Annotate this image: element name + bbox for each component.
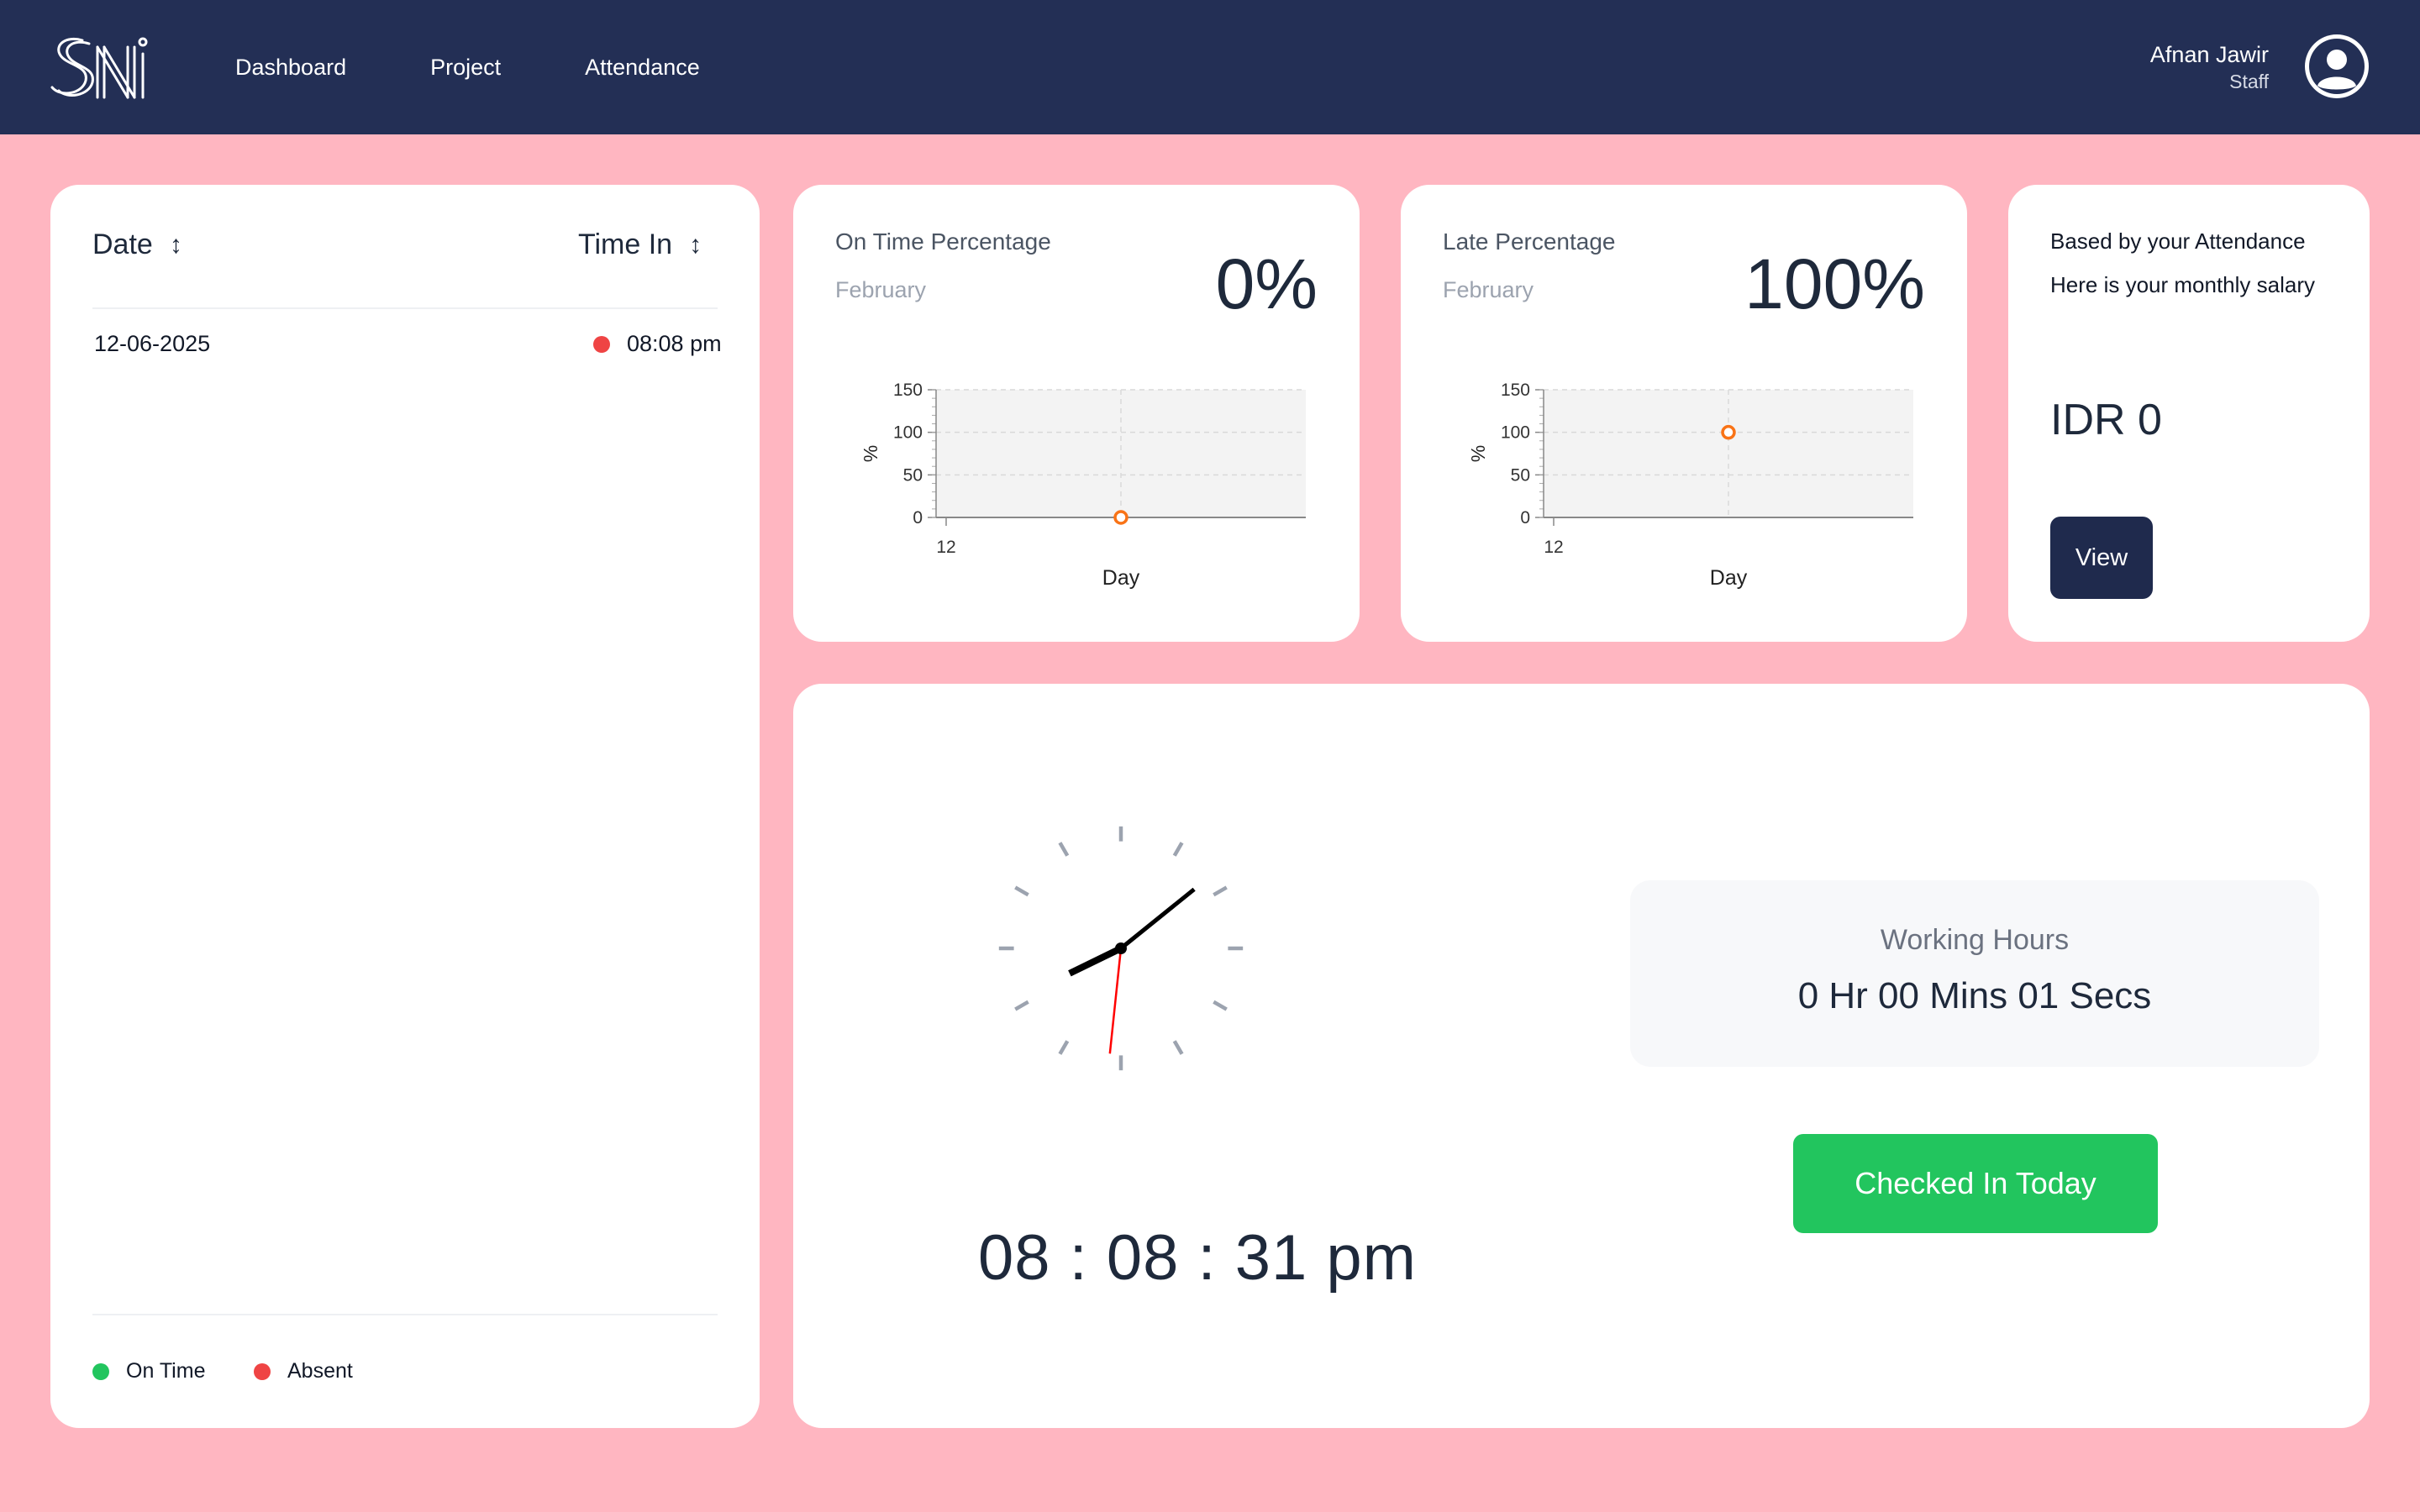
company-logo[interactable] [49,32,155,102]
divider [92,307,718,309]
clock-tick [1014,885,1029,897]
checked-in-today-button[interactable]: Checked In Today [1793,1134,2158,1233]
clock-tick [1213,885,1228,897]
y-axis-label: % [1468,445,1489,462]
sort-icon[interactable]: ↕ [689,231,702,260]
y-tick-label: 100 [1501,423,1530,443]
column-header-date[interactable]: Date ↕ [92,228,182,261]
top-navbar: Dashboard Project Attendance Afnan Jawir… [0,0,2420,134]
working-hours-box: Working Hours 0 Hr 00 Mins 01 Secs [1630,880,2319,1067]
clock-card: 08 : 08 : 31 pm Working Hours 0 Hr 00 Mi… [793,684,2370,1428]
y-tick-label: 0 [1520,508,1530,528]
salary-card: Based by your Attendance Here is your mo… [2008,185,2370,642]
view-salary-button[interactable]: View [2050,517,2153,599]
table-row-date: 12-06-2025 [94,331,211,356]
y-tick-label: 100 [893,423,923,443]
data-point [1113,510,1128,525]
salary-value: IDR 0 [2050,396,2162,444]
legend-label-on-time: On Time [126,1359,206,1383]
x-tick-label: 12 [1544,538,1563,557]
on-time-value: 0% [1215,244,1318,323]
y-axis-label: % [860,445,881,462]
table-row-time-in-value: 08:08 pm [627,331,722,356]
legend-on-time: On Time [92,1359,205,1383]
legend-label-absent: Absent [287,1359,353,1383]
clock-tick [1172,842,1184,857]
clock-tick [1058,842,1070,857]
x-axis-label: Day [1710,566,1748,590]
x-tick-label: 12 [936,538,955,557]
legend-absent: Absent [254,1359,353,1383]
user-role: Staff [2229,71,2269,92]
late-month: February [1443,277,1534,302]
y-tick-label: 50 [1511,465,1530,485]
user-name: Afnan Jawir [2149,42,2269,67]
y-tick-label: 150 [1501,381,1530,400]
legend-dot-on-time [92,1362,109,1380]
analog-clock [998,826,1244,1071]
nav-dashboard[interactable]: Dashboard [235,55,346,81]
clock-tick [1014,1000,1029,1011]
salary-line-2: Here is your monthly salary [2050,272,2315,297]
clock-hour-hand [1068,945,1123,977]
user-info: Afnan Jawir Staff [2150,40,2269,94]
nav-attendance[interactable]: Attendance [585,55,700,81]
late-value: 100% [1744,244,1925,323]
digital-clock: 08 : 08 : 31 pm [978,1222,1417,1294]
column-header-time-in[interactable]: Time In ↕ [578,228,702,261]
table-row-time-in: 08:08 pm [593,331,722,357]
legend-dot-absent [254,1362,271,1380]
clock-tick [1058,1040,1070,1055]
working-hours-value: 0 Hr 00 Mins 01 Secs [1797,975,2152,1016]
working-hours-title: Working Hours [1880,924,2070,956]
column-header-time-in-label: Time In [578,228,673,260]
clock-second-hand [1108,948,1123,1054]
late-chart: 0 50 100 150 12 Day% [1468,381,1913,590]
salary-line-1: Based by your Attendance [2050,228,2306,254]
attendance-table-card [50,185,760,1428]
on-time-title: On Time Percentage [835,228,1051,255]
y-tick-label: 0 [913,508,923,528]
clock-minute-hand [1119,887,1196,950]
nav-project[interactable]: Project [430,55,501,81]
user-avatar-icon[interactable] [2302,32,2371,101]
clock-center [1115,942,1127,954]
clock-tick [1172,1040,1184,1055]
clock-tick [1213,1000,1228,1011]
divider [92,1314,718,1315]
column-header-date-label: Date [92,228,153,260]
y-tick-label: 50 [903,465,923,485]
on-time-month: February [835,277,927,302]
on-time-percentage-card: On Time Percentage February 0% 0 50 100 150… [793,185,1360,642]
sort-icon[interactable]: ↕ [170,231,182,260]
status-dot-absent [593,335,610,353]
on-time-chart: 0 50 100 150 12 Day% [860,381,1306,590]
late-percentage-card: Late Percentage February 100% 0 50 100 150 1… [1401,185,1967,642]
nav-links: Dashboard Project Attendance [235,0,784,134]
data-point [1721,424,1736,440]
late-title: Late Percentage [1443,228,1616,255]
y-tick-label: 150 [893,381,923,400]
x-axis-label: Day [1102,566,1140,590]
